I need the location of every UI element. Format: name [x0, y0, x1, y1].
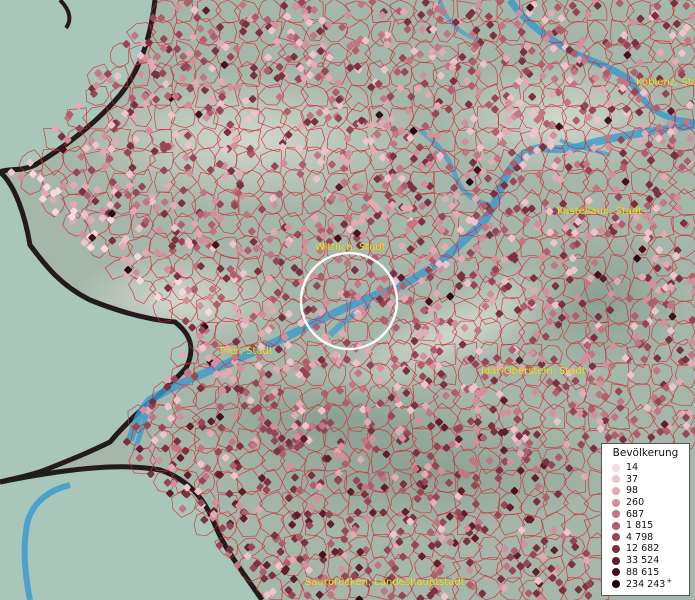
legend-swatch — [612, 568, 620, 577]
legend-swatch — [612, 544, 620, 553]
legend-title: Bevölkerung — [612, 447, 679, 459]
legend-swatch — [612, 463, 620, 472]
legend-swatch — [612, 579, 620, 588]
city-label-wittlich[interactable]: Wittlich, Stadt — [315, 242, 386, 253]
legend-swatch — [612, 521, 620, 530]
legend-swatch — [612, 533, 620, 542]
legend-swatch — [612, 498, 620, 507]
legend-item: 12 682 — [612, 543, 672, 555]
legend-item: 14 — [612, 462, 672, 474]
legend-label: 260 — [626, 497, 645, 509]
city-label-saarbruecken[interactable]: Saarbrücken, Landeshauptstadt — [305, 577, 465, 588]
legend-swatch — [612, 486, 620, 495]
legend-label: 14 — [626, 462, 639, 474]
city-label-kastellaun[interactable]: Kastellaun, Stadt — [557, 206, 642, 217]
city-label-idar-oberstein[interactable]: Idar-Oberstein, Stadt — [481, 366, 586, 377]
legend-label: 88 615 — [626, 566, 660, 578]
legend-swatch — [612, 510, 620, 519]
city-label-koblenz[interactable]: Koblenz, Stadt — [636, 77, 695, 88]
legend-label: 4 798 — [626, 531, 654, 543]
legend-swatch — [612, 475, 620, 484]
legend-label: 234 243+ — [626, 577, 673, 591]
legend-item: 33 524 — [612, 555, 672, 567]
city-label-trier[interactable]: Trier, Stadt — [218, 346, 273, 357]
legend-item: 4 798 — [612, 532, 672, 544]
legend-label: 12 682 — [626, 543, 660, 555]
legend-item: 1 815 — [612, 520, 672, 532]
legend-items: 14 37 98 260 687 1 815 4 798 12 682 33 524 88 615… — [612, 462, 672, 590]
legend-item: 234 243+ — [612, 577, 673, 591]
legend-label: 98 — [626, 485, 639, 497]
legend-plus: + — [666, 577, 673, 586]
legend-swatch — [612, 556, 620, 565]
population-legend: Bevölkerung 14 37 98 260 687 1 815 4 798 12 682… — [601, 443, 690, 596]
legend-label: 1 815 — [626, 520, 654, 532]
legend-item: 687 — [612, 508, 672, 520]
map-terrain — [0, 0, 695, 600]
legend-item: 98 — [612, 485, 672, 497]
legend-item: 260 — [612, 497, 672, 509]
population-map[interactable]: Koblenz, Stadt Kastellaun, Stadt Wittlic… — [0, 0, 695, 600]
legend-label: 33 524 — [626, 555, 660, 567]
legend-label: 687 — [626, 508, 645, 520]
legend-label: 37 — [626, 473, 639, 485]
legend-item: 37 — [612, 474, 672, 486]
